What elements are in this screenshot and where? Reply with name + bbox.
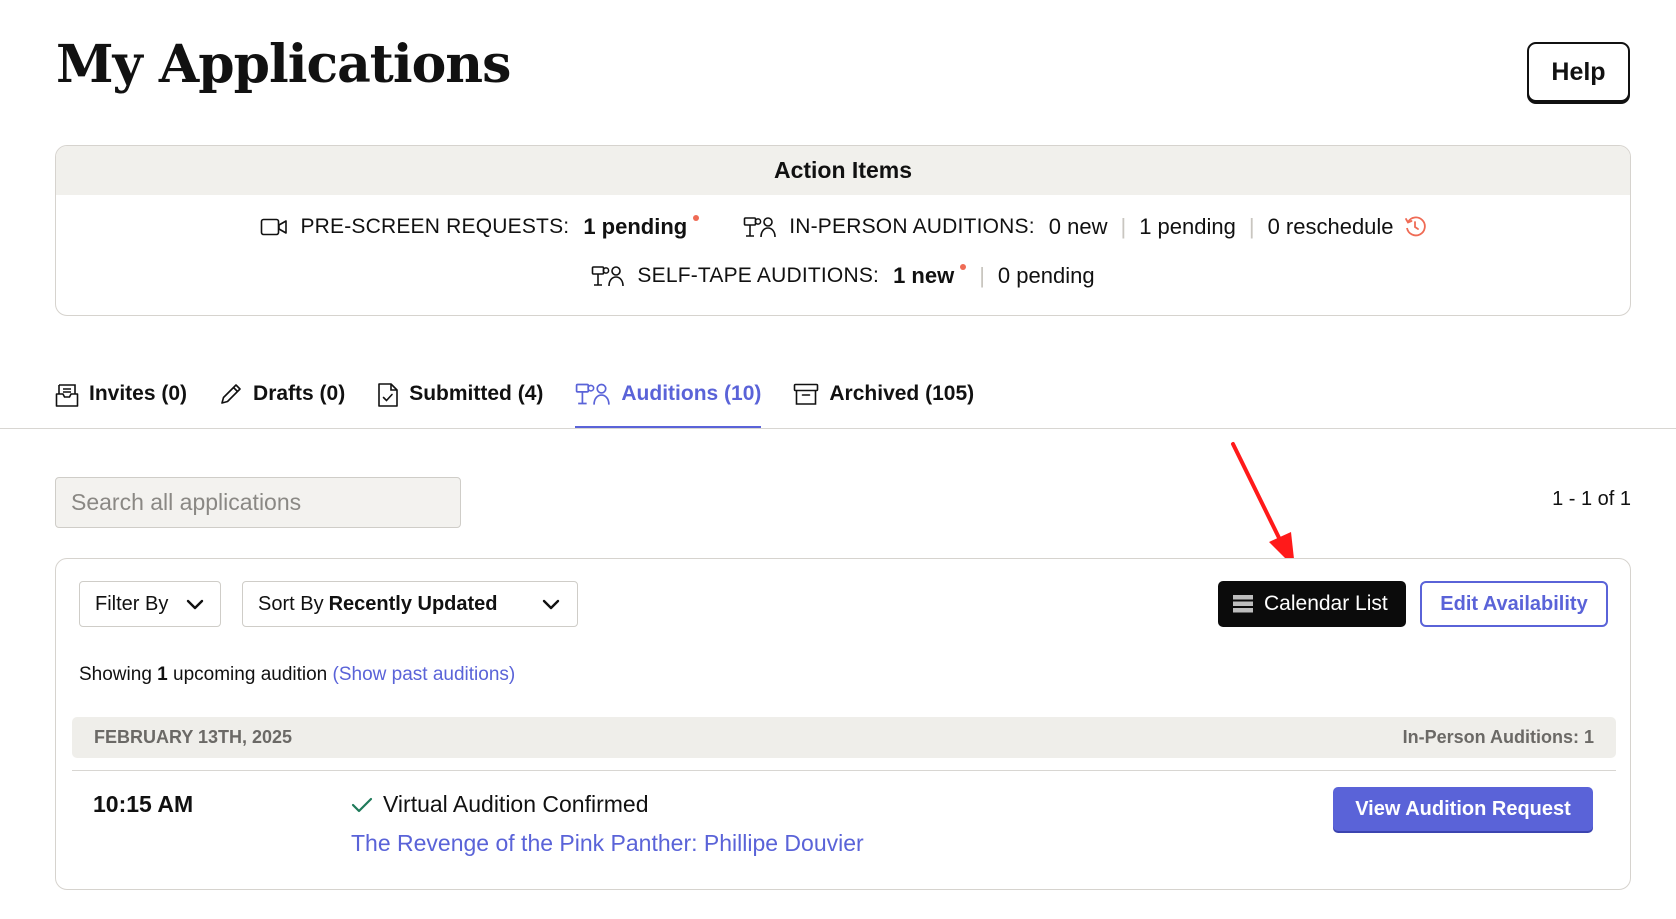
audition-icon bbox=[575, 382, 611, 406]
edit-availability-button[interactable]: Edit Availability bbox=[1420, 581, 1608, 627]
tab-label: Invites (0) bbox=[89, 382, 188, 405]
in-person-reschedule[interactable]: 0 reschedule bbox=[1268, 214, 1394, 240]
chevron-down-icon bbox=[541, 595, 561, 621]
self-tape-pending[interactable]: 0 pending bbox=[998, 263, 1095, 289]
tab-invites[interactable]: Invites (0) bbox=[55, 375, 187, 429]
tab-auditions[interactable]: Auditions (10) bbox=[575, 375, 762, 429]
summary-count: 1 bbox=[157, 664, 168, 685]
document-icon bbox=[377, 382, 399, 408]
inbox-icon bbox=[55, 382, 79, 408]
in-person-label: IN-PERSON AUDITIONS: bbox=[789, 215, 1035, 238]
tab-drafts[interactable]: Drafts (0) bbox=[219, 375, 345, 429]
audition-status-text: Virtual Audition Confirmed bbox=[383, 791, 649, 817]
separator: | bbox=[1248, 214, 1255, 239]
filter-label: Filter By bbox=[95, 592, 169, 615]
pagination-count: 1 - 1 of 1 bbox=[1552, 488, 1631, 510]
tab-archived[interactable]: Archived (105) bbox=[793, 375, 974, 429]
self-tape-auditions: SELF-TAPE AUDITIONS: 1 new | 0 pending bbox=[591, 263, 1095, 289]
action-items-row: PRE-SCREEN REQUESTS: 1 pending IN-PERSON… bbox=[56, 214, 1630, 240]
sort-dropdown[interactable]: Sort By Recently Updated bbox=[242, 581, 578, 627]
action-items-row: SELF-TAPE AUDITIONS: 1 new | 0 pending bbox=[56, 263, 1630, 289]
sort-value: Recently Updated bbox=[328, 592, 498, 615]
view-audition-request-button[interactable]: View Audition Request bbox=[1333, 787, 1593, 831]
date-divider bbox=[72, 770, 1616, 771]
date-label: FEBRUARY 13TH, 2025 bbox=[94, 727, 293, 747]
chevron-down-icon bbox=[185, 595, 205, 621]
self-tape-new[interactable]: 1 new bbox=[893, 263, 954, 289]
check-icon bbox=[351, 796, 373, 814]
sort-prefix: Sort By bbox=[258, 592, 324, 615]
self-tape-label: SELF-TAPE AUDITIONS: bbox=[637, 264, 880, 287]
calendar-list-label: Calendar List bbox=[1264, 592, 1388, 615]
tab-submitted[interactable]: Submitted (4) bbox=[377, 375, 543, 429]
auditions-card: Filter By Sort By Recently Updated Calen… bbox=[55, 558, 1631, 890]
separator: | bbox=[979, 263, 985, 288]
tab-label: Drafts (0) bbox=[253, 382, 346, 405]
separator: | bbox=[1120, 214, 1127, 239]
date-count: In-Person Auditions: 1 bbox=[1402, 727, 1594, 747]
action-items-title: Action Items bbox=[56, 146, 1630, 195]
video-camera-icon bbox=[260, 217, 288, 237]
page-title: My Applications bbox=[56, 34, 511, 95]
project-link[interactable]: The Revenge of the Pink Panther: Phillip… bbox=[351, 830, 864, 857]
list-view-icon bbox=[1232, 594, 1254, 614]
summary-prefix: Showing bbox=[79, 664, 152, 685]
annotation-arrow-icon bbox=[1231, 442, 1295, 568]
tab-label: Archived (105) bbox=[829, 382, 975, 405]
page: My Applications Help Action Items PRE-SC… bbox=[0, 0, 1676, 919]
archive-icon bbox=[793, 382, 819, 406]
prescreen-requests[interactable]: PRE-SCREEN REQUESTS: 1 pending bbox=[260, 214, 700, 240]
audition-icon bbox=[591, 265, 625, 287]
tabs-divider bbox=[0, 428, 1676, 429]
alert-dot-icon bbox=[693, 215, 700, 221]
pencil-icon bbox=[219, 382, 243, 406]
in-person-pending[interactable]: 1 pending bbox=[1139, 214, 1236, 240]
filter-dropdown[interactable]: Filter By bbox=[79, 581, 221, 627]
tab-label: Auditions (10) bbox=[621, 382, 762, 405]
prescreen-pending[interactable]: 1 pending bbox=[583, 214, 687, 240]
search-input[interactable] bbox=[55, 477, 461, 528]
audition-icon bbox=[743, 216, 777, 238]
action-items-panel: Action Items PRE-SCREEN REQUESTS: 1 pend… bbox=[55, 145, 1631, 316]
alert-dot-icon bbox=[960, 264, 967, 270]
show-past-auditions-link[interactable]: (Show past auditions) bbox=[333, 664, 516, 685]
help-button[interactable]: Help bbox=[1527, 42, 1630, 102]
audition-status: Virtual Audition Confirmed bbox=[351, 791, 649, 818]
application-tabs: Invites (0) Drafts (0) Submitted (4) Aud… bbox=[55, 375, 1006, 429]
audition-time: 10:15 AM bbox=[93, 791, 194, 817]
tab-label: Submitted (4) bbox=[409, 382, 544, 405]
in-person-new[interactable]: 0 new bbox=[1049, 214, 1108, 240]
summary-suffix: upcoming audition bbox=[173, 664, 328, 685]
prescreen-label: PRE-SCREEN REQUESTS: bbox=[300, 215, 570, 238]
clock-alert-icon bbox=[1404, 216, 1426, 238]
calendar-list-button[interactable]: Calendar List bbox=[1218, 581, 1406, 627]
in-person-auditions: IN-PERSON AUDITIONS: 0 new | 1 pending |… bbox=[743, 214, 1426, 240]
date-group-header: FEBRUARY 13TH, 2025 In-Person Auditions:… bbox=[72, 717, 1616, 758]
upcoming-summary: Showing 1 upcoming audition (Show past a… bbox=[79, 664, 515, 686]
